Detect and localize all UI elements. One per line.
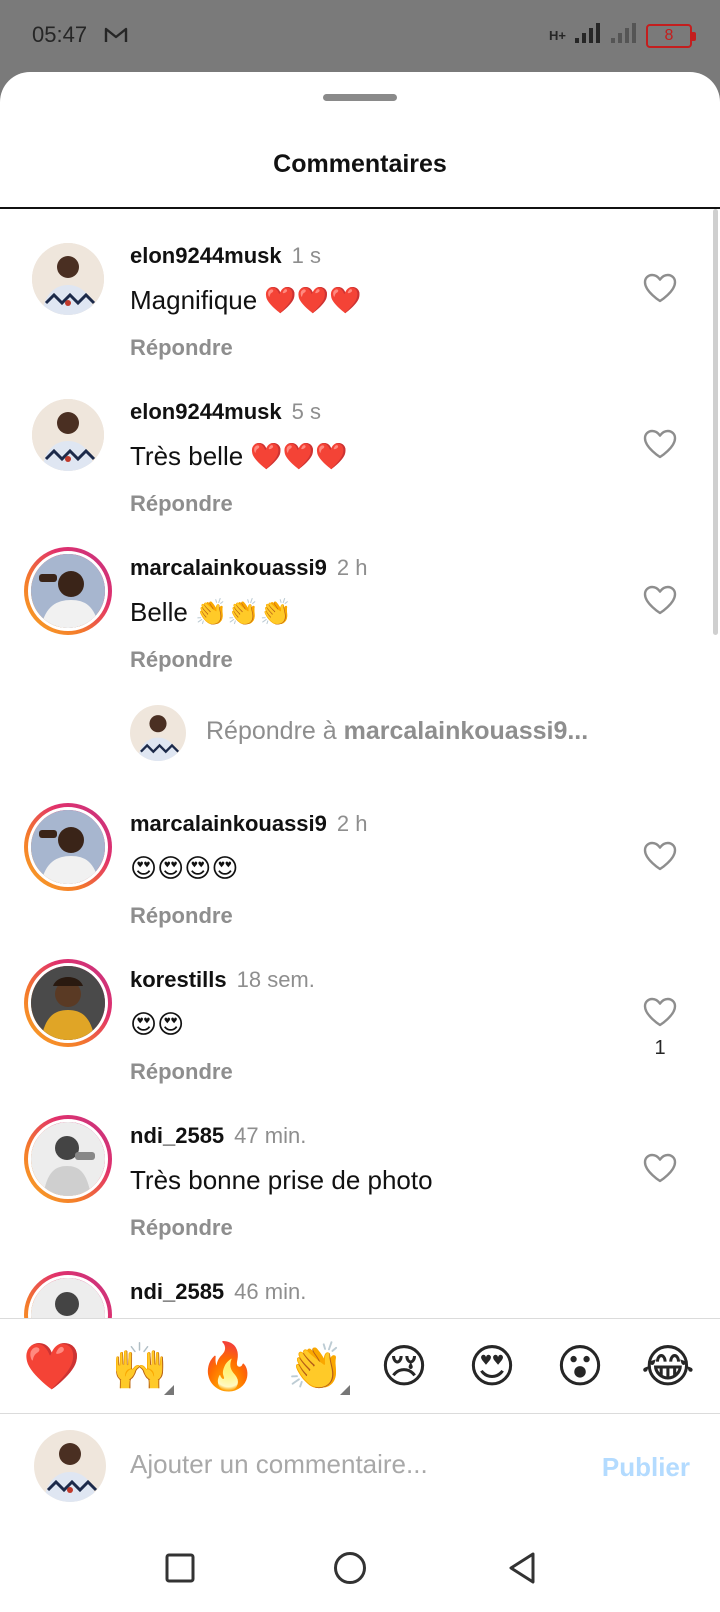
comment-time: 47 min. [234,1123,307,1148]
emoji-raising-hands[interactable]: 🙌 [108,1340,174,1395]
reply-button[interactable]: Répondre [130,1059,233,1085]
comment-username[interactable]: marcalainkouassi9 [130,555,327,580]
emoji-raising-hands-glyph: 🙌 [111,1340,169,1392]
comment-username[interactable]: ndi_2585 [130,1279,224,1304]
home-button[interactable] [328,1546,372,1590]
comment-username[interactable]: elon9244musk [130,243,282,268]
reply-button[interactable]: Répondre [130,1215,233,1241]
network-type-icon: H+ [549,27,566,43]
story-avatar[interactable] [24,803,112,891]
reply-button[interactable]: Répondre [130,335,233,361]
recents-button[interactable] [158,1546,202,1590]
comment-username[interactable]: elon9244musk [130,399,282,424]
status-icons: H+ 8 [549,22,696,49]
triangle-back-icon [509,1552,535,1584]
comments-sheet: Commentaires elon9244musk 1 s Magnifique … [0,72,720,1612]
emoji-laughing[interactable]: 😂 [636,1343,700,1389]
battery-level: 8 [664,26,674,44]
comment-item: marcalainkouassi9 2 h Belle 👏👏👏 Répondre [0,541,720,691]
reply-button[interactable]: Répondre [130,647,233,673]
heart-icon[interactable] [643,585,677,615]
status-time: 05:47 [32,22,88,47]
emoji-clapping-glyph: 👏 [287,1340,345,1392]
comment-username[interactable]: marcalainkouassi9 [130,811,327,836]
current-user-avatar [34,1430,106,1502]
comment-username[interactable]: ndi_2585 [130,1123,224,1148]
skin-tone-indicator [340,1385,350,1395]
comment-text: Magnifique ❤️❤️❤️ [130,285,362,315]
publish-button[interactable]: Publier [602,1452,690,1483]
comment-item: elon9244musk 5 s Très belle ❤️❤️❤️ Répond… [0,385,720,535]
avatar[interactable] [32,243,104,315]
comment-item: marcalainkouassi9 2 h 😍😍😍😍 Répondre [0,797,720,947]
skin-tone-indicator [164,1385,174,1395]
comment-text: Très belle ❤️❤️❤️ [130,441,348,471]
reply-to-prompt[interactable]: Répondre à marcalainkouassi9... [130,701,710,761]
like-count[interactable]: 1 [648,1037,672,1060]
status-bar: 05:47 H+ 8 [0,0,720,72]
emoji-clapping[interactable]: 👏 [284,1340,350,1395]
reply-button[interactable]: Répondre [130,903,233,929]
comment-time: 2 h [336,555,368,580]
scrollbar[interactable] [713,209,718,635]
signal-icon-2 [610,22,638,49]
story-avatar[interactable] [24,959,112,1047]
comment-item: ndi_2585 47 min. Très bonne prise de phot… [0,1109,720,1259]
comment-item: elon9244musk 1 s Magnifique ❤️❤️❤️ Répond… [0,229,720,379]
battery-icon: 8 [646,23,696,48]
comment-time: 46 min. [234,1279,307,1304]
square-icon [165,1553,195,1583]
emoji-fire[interactable]: 🔥 [196,1343,260,1389]
drag-handle[interactable] [323,94,397,101]
comment-item: korestills 18 sem. 😍😍 Répondre 1 [0,953,720,1103]
gmail-icon [104,26,128,49]
back-button[interactable] [500,1546,544,1590]
emoji-heart-eyes[interactable]: 😍 [460,1343,524,1389]
comment-time: 1 s [291,243,321,268]
signal-icon [574,22,602,49]
avatar[interactable] [32,399,104,471]
avatar [130,705,186,761]
emoji-surprised[interactable]: 😮 [548,1343,612,1389]
comment-text: Très bonne prise de photo [130,1165,433,1195]
comment-composer: Publier [0,1414,720,1524]
reply-target-user: marcalainkouassi9... [343,717,589,745]
heart-icon[interactable] [643,841,677,871]
comment-time: 18 sem. [236,967,315,992]
emoji-heart[interactable]: ❤️ [20,1343,84,1389]
comment-time: 5 s [291,399,321,424]
story-avatar[interactable] [24,1115,112,1203]
heart-icon[interactable] [643,997,677,1027]
heart-icon[interactable] [643,273,677,303]
circle-icon [334,1552,366,1584]
comment-username[interactable]: korestills [130,967,227,992]
heart-icon[interactable] [643,429,677,459]
emoji-bar: ❤️ 🙌 🔥 👏 😢 😍 😮 😂 [0,1318,720,1414]
emoji-crying[interactable]: 😢 [372,1343,436,1389]
comment-input[interactable] [130,1434,570,1494]
comment-text: Belle 👏👏👏 [130,597,293,627]
story-avatar[interactable] [24,547,112,635]
reply-prefix: Répondre à [206,717,344,745]
comment-text: 😍😍😍😍 [130,853,239,883]
comment-time: 2 h [336,811,368,836]
sheet-title: Commentaires [273,150,447,178]
comment-list[interactable]: elon9244musk 1 s Magnifique ❤️❤️❤️ Répond… [0,209,720,1389]
heart-icon[interactable] [643,1153,677,1183]
comment-text: 😍😍 [130,1009,185,1039]
reply-button[interactable]: Répondre [130,491,233,517]
system-nav-bar [0,1524,720,1612]
